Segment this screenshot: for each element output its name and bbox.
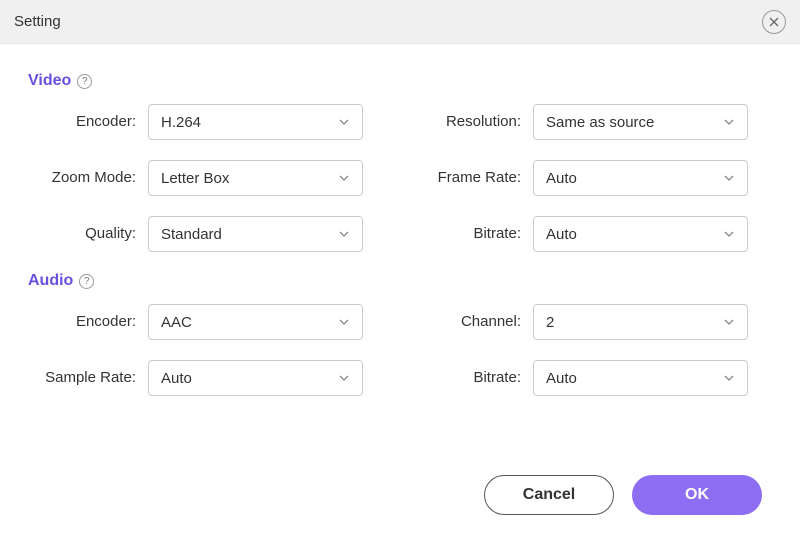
sample-rate-select[interactable]: Auto <box>148 360 363 396</box>
chevron-down-icon <box>723 172 735 184</box>
cancel-button[interactable]: Cancel <box>484 475 614 515</box>
titlebar: Setting <box>0 0 800 44</box>
resolution-value: Same as source <box>546 114 654 131</box>
audio-section-label: Audio <box>28 272 73 290</box>
audio-bitrate-select[interactable]: Auto <box>533 360 748 396</box>
chevron-down-icon <box>338 228 350 240</box>
zoom-mode-value: Letter Box <box>161 170 229 187</box>
chevron-down-icon <box>338 372 350 384</box>
chevron-down-icon <box>723 116 735 128</box>
frame-rate-label: Frame Rate: <box>413 169 533 187</box>
video-bitrate-select[interactable]: Auto <box>533 216 748 252</box>
quality-label: Quality: <box>28 225 148 243</box>
audio-encoder-label: Encoder: <box>28 313 148 331</box>
resolution-label: Resolution: <box>413 113 533 131</box>
audio-section-title: Audio ? <box>28 272 772 290</box>
frame-rate-select[interactable]: Auto <box>533 160 748 196</box>
chevron-down-icon <box>338 116 350 128</box>
audio-bitrate-label: Bitrate: <box>413 369 533 387</box>
channel-value: 2 <box>546 314 554 331</box>
chevron-down-icon <box>723 316 735 328</box>
window-title: Setting <box>14 13 61 30</box>
quality-select[interactable]: Standard <box>148 216 363 252</box>
video-encoder-value: H.264 <box>161 114 201 131</box>
sample-rate-label: Sample Rate: <box>28 369 148 387</box>
channel-label: Channel: <box>413 313 533 331</box>
audio-bitrate-value: Auto <box>546 370 577 387</box>
chevron-down-icon <box>338 172 350 184</box>
frame-rate-value: Auto <box>546 170 577 187</box>
footer-buttons: Cancel OK <box>484 475 762 515</box>
help-icon[interactable]: ? <box>77 74 92 89</box>
video-section-label: Video <box>28 72 71 90</box>
video-encoder-label: Encoder: <box>28 113 148 131</box>
zoom-mode-select[interactable]: Letter Box <box>148 160 363 196</box>
chevron-down-icon <box>723 228 735 240</box>
video-bitrate-label: Bitrate: <box>413 225 533 243</box>
audio-encoder-value: AAC <box>161 314 192 331</box>
close-icon <box>769 17 779 27</box>
chevron-down-icon <box>723 372 735 384</box>
video-section-title: Video ? <box>28 72 772 90</box>
video-encoder-select[interactable]: H.264 <box>148 104 363 140</box>
zoom-mode-label: Zoom Mode: <box>28 169 148 187</box>
help-icon[interactable]: ? <box>79 274 94 289</box>
resolution-select[interactable]: Same as source <box>533 104 748 140</box>
video-bitrate-value: Auto <box>546 226 577 243</box>
audio-encoder-select[interactable]: AAC <box>148 304 363 340</box>
close-button[interactable] <box>762 10 786 34</box>
sample-rate-value: Auto <box>161 370 192 387</box>
channel-select[interactable]: 2 <box>533 304 748 340</box>
chevron-down-icon <box>338 316 350 328</box>
ok-button[interactable]: OK <box>632 475 762 515</box>
quality-value: Standard <box>161 226 222 243</box>
